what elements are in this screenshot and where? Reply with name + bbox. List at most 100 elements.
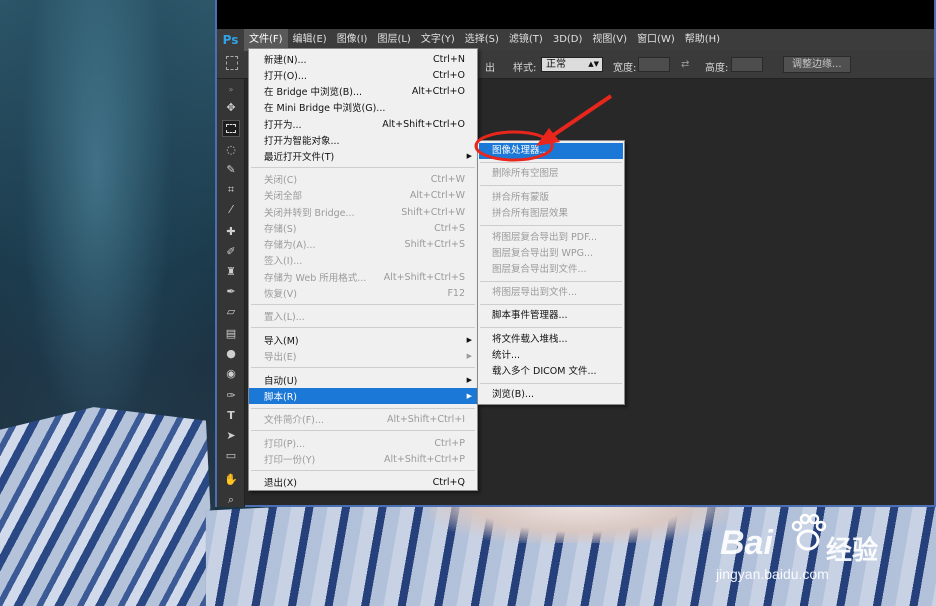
history-brush-tool-icon[interactable]: ✒ (222, 283, 240, 300)
submenu-item-delete-empty-layers[interactable]: 删除所有空图层 (479, 166, 623, 182)
crop-tool-icon[interactable]: ⌗ (222, 181, 240, 198)
submenu-item-flatten-masks[interactable]: 拼合所有蒙版 (479, 190, 623, 206)
swap-icon[interactable]: ⇄ (681, 59, 689, 70)
file-menu-dropdown: 新建(N)... Ctrl+N 打开(O)... Ctrl+O 在 Bridge 中… (248, 48, 478, 491)
submenu-item-browse[interactable]: 浏览(B)... (479, 387, 623, 403)
menu-item-shortcut: Ctrl+W (430, 173, 465, 185)
hand-tool-icon[interactable]: ✋ (222, 471, 240, 488)
menu-item-scripts[interactable]: 脚本(R) ▶ (249, 388, 477, 404)
menu-item-shortcut: Ctrl+Q (432, 476, 465, 488)
menu-item-label: 签入(I)... (264, 256, 303, 267)
submenu-item-load-dicom[interactable]: 载入多个 DICOM 文件... (479, 364, 623, 380)
menu-item-file-info[interactable]: 文件简介(F)... Alt+Shift+Ctrl+I (249, 411, 477, 427)
menu-separator (480, 327, 622, 328)
clone-stamp-tool-icon[interactable]: ♜ (222, 263, 240, 280)
menu-item-open-as[interactable]: 打开为... Alt+Shift+Ctrl+O (249, 116, 477, 132)
submenu-item-comps-to-files[interactable]: 图层复合导出到文件... (479, 262, 623, 278)
menu-separator (251, 327, 475, 328)
menu-item-shortcut: Alt+Shift+Ctrl+P (384, 453, 465, 465)
menu-item-export[interactable]: 导出(E) ▶ (249, 348, 477, 364)
move-tool-icon[interactable]: ✥ (222, 99, 240, 116)
style-value: 正常 (546, 59, 566, 70)
menu-item-label: 存储为(A)... (264, 240, 316, 251)
path-select-tool-icon[interactable]: ➤ (222, 427, 240, 444)
style-select[interactable]: 正常 ▲▼ (541, 57, 603, 72)
menu-separator (480, 225, 622, 226)
menu-item-print-one[interactable]: 打印一份(Y) Alt+Shift+Ctrl+P (249, 451, 477, 467)
menu-item-browse-bridge[interactable]: 在 Bridge 中浏览(B)... Alt+Ctrl+O (249, 83, 477, 99)
menu-item-revert[interactable]: 恢复(V) F12 (249, 285, 477, 301)
menu-item-close-go-bridge[interactable]: 关闭并转到 Bridge... Shift+Ctrl+W (249, 204, 477, 220)
menu-item-place[interactable]: 置入(L)... (249, 308, 477, 324)
submenu-item-layers-to-files[interactable]: 将图层导出到文件... (479, 285, 623, 301)
width-input[interactable] (638, 57, 670, 72)
menu-separator (251, 304, 475, 305)
menu-separator (480, 281, 622, 282)
menu-item-label: 打开为... (264, 120, 302, 131)
menu-separator (251, 408, 475, 409)
menu-item-shortcut: Alt+Shift+Ctrl+I (386, 413, 465, 425)
submenu-item-flatten-effects[interactable]: 拼合所有图层效果 (479, 206, 623, 222)
menu-item-save[interactable]: 存储(S) Ctrl+S (249, 220, 477, 236)
menu-item-save-as[interactable]: 存储为(A)... Shift+Ctrl+S (249, 236, 477, 252)
menu-view[interactable]: 视图(V) (587, 29, 632, 51)
marquee-preset-icon[interactable] (226, 56, 238, 70)
menu-item-shortcut: Shift+Ctrl+W (401, 206, 465, 218)
zoom-tool-icon[interactable]: ⌕ (222, 491, 240, 508)
menu-item-label: 文件简介(F)... (264, 415, 324, 426)
menu-item-automate[interactable]: 自动(U) ▶ (249, 372, 477, 388)
menu-item-shortcut: Ctrl+O (432, 69, 465, 81)
brush-tool-icon[interactable]: ✐ (222, 243, 240, 260)
refine-edge-button[interactable]: 调整边缘... (783, 56, 851, 73)
menu-item-check-in[interactable]: 签入(I)... (249, 252, 477, 268)
baidu-paw-icon (791, 513, 827, 551)
menu-item-label: 存储为 Web 所用格式... (264, 273, 367, 284)
height-input[interactable] (731, 57, 763, 72)
menu-help[interactable]: 帮助(H) (680, 29, 725, 51)
menu-item-import[interactable]: 导入(M) ▶ (249, 332, 477, 348)
panel-collapse-icon[interactable]: » (222, 81, 240, 98)
type-tool-icon[interactable]: T (222, 407, 240, 424)
menu-item-shortcut: Alt+Shift+Ctrl+O (382, 118, 465, 130)
submenu-item-script-events-manager[interactable]: 脚本事件管理器... (479, 308, 623, 324)
menu-item-browse-mini-bridge[interactable]: 在 Mini Bridge 中浏览(G)... (249, 99, 477, 115)
menu-item-recent-files[interactable]: 最近打开文件(T) ▶ (249, 148, 477, 164)
tools-panel: » ✥ ◌ ✎ ⌗ ⁄ ✚ ✐ ♜ ✒ ▱ ▤ ● ◉ ✑ T ➤ ▭ ✋ ⌕ (217, 79, 245, 507)
gradient-tool-icon[interactable]: ▤ (222, 325, 240, 342)
quick-select-tool-icon[interactable]: ✎ (222, 161, 240, 178)
submenu-item-comps-to-pdf[interactable]: 将图层复合导出到 PDF... (479, 230, 623, 246)
feather-label-partial: 出 (485, 63, 495, 74)
healing-brush-tool-icon[interactable]: ✚ (222, 223, 240, 240)
submenu-item-image-processor[interactable]: 图像处理器... (479, 143, 623, 159)
menu-item-shortcut: Alt+Shift+Ctrl+S (383, 271, 465, 283)
menu-item-shortcut: Alt+Ctrl+W (409, 189, 465, 201)
menu-item-open[interactable]: 打开(O)... Ctrl+O (249, 67, 477, 83)
height-label: 高度: (705, 63, 729, 74)
menu-filter[interactable]: 滤镜(T) (504, 29, 548, 51)
pen-tool-icon[interactable]: ✑ (222, 387, 240, 404)
menu-3d[interactable]: 3D(D) (548, 29, 588, 51)
menu-item-label: 关闭并转到 Bridge... (264, 208, 355, 219)
menu-item-open-smart-object[interactable]: 打开为智能对象... (249, 132, 477, 148)
eyedropper-tool-icon[interactable]: ⁄ (222, 201, 240, 218)
eraser-tool-icon[interactable]: ▱ (222, 303, 240, 320)
watermark-jingyan: 经验 (826, 536, 879, 566)
submenu-item-statistics[interactable]: 统计... (479, 348, 623, 364)
menu-separator (480, 383, 622, 384)
submenu-item-comps-to-wpg[interactable]: 图层复合导出到 WPG... (479, 246, 623, 262)
watermark-brand: Bai (720, 524, 773, 562)
menu-item-close[interactable]: 关闭(C) Ctrl+W (249, 171, 477, 187)
menu-item-shortcut: Ctrl+P (434, 437, 465, 449)
menu-item-save-for-web[interactable]: 存储为 Web 所用格式... Alt+Shift+Ctrl+S (249, 269, 477, 285)
marquee-tool-icon[interactable] (222, 120, 240, 137)
menu-item-exit[interactable]: 退出(X) Ctrl+Q (249, 474, 477, 490)
blur-tool-icon[interactable]: ● (222, 345, 240, 362)
menu-item-print[interactable]: 打印(P)... Ctrl+P (249, 435, 477, 451)
menu-item-new[interactable]: 新建(N)... Ctrl+N (249, 51, 477, 67)
shape-tool-icon[interactable]: ▭ (222, 447, 240, 464)
menu-window[interactable]: 窗口(W) (632, 29, 680, 51)
menu-item-close-all[interactable]: 关闭全部 Alt+Ctrl+W (249, 187, 477, 203)
dodge-tool-icon[interactable]: ◉ (222, 365, 240, 382)
submenu-item-load-files-into-stack[interactable]: 将文件载入堆栈... (479, 332, 623, 348)
lasso-tool-icon[interactable]: ◌ (222, 141, 240, 158)
